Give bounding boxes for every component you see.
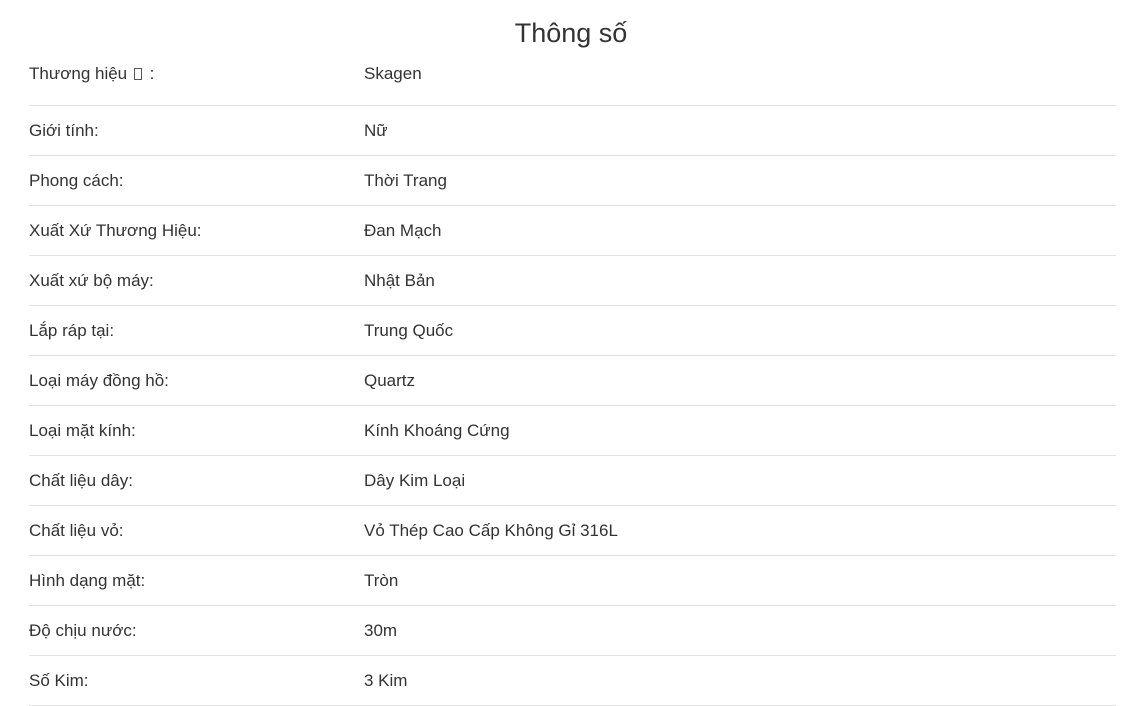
- spec-value-strap: Dây Kim Loại: [364, 470, 466, 490]
- spec-value-case: Vỏ Thép Cao Cấp Không Gỉ 316L: [364, 520, 618, 540]
- spec-label-movement-type: Loại máy đồng hồ:: [29, 370, 169, 390]
- spec-row-strap: Chất liệu dây: Dây Kim Loại: [29, 456, 1116, 506]
- spec-value-glass: Kính Khoáng Cứng: [364, 420, 510, 440]
- spec-row-style: Phong cách: Thời Trang: [29, 156, 1116, 206]
- spec-row-brand-origin: Xuất Xứ Thương Hiệu: Đan Mạch: [29, 206, 1116, 256]
- spec-label-brand-origin: Xuất Xứ Thương Hiệu:: [29, 220, 202, 240]
- spec-value-gender: Nữ: [364, 120, 388, 140]
- spec-value-movement-type: Quartz: [364, 370, 416, 390]
- spec-row-water-resistance: Độ chịu nước: 30m: [29, 606, 1116, 656]
- spec-label-case: Chất liệu vỏ:: [29, 520, 124, 540]
- spec-label-suffix: :: [149, 64, 155, 83]
- spec-value-dial-shape: Tròn: [364, 570, 399, 590]
- info-box-icon: [133, 68, 142, 80]
- spec-label-dial-shape: Hình dạng mặt:: [29, 570, 146, 590]
- specifications-section: Thông số Thương hiệu : Skagen Giới tính:…: [0, 0, 1142, 706]
- spec-row-movement-origin: Xuất xứ bộ máy: Nhật Bản: [29, 256, 1116, 306]
- spec-value-hands: 3 Kim: [364, 670, 408, 690]
- spec-label-movement-origin: Xuất xứ bộ máy:: [29, 270, 154, 290]
- spec-value-brand-origin: Đan Mạch: [364, 220, 442, 240]
- spec-row-movement-type: Loại máy đồng hồ: Quartz: [29, 356, 1116, 406]
- spec-label-water-resistance: Độ chịu nước:: [29, 620, 137, 640]
- specifications-table: Thương hiệu : Skagen Giới tính: Nữ Phong…: [29, 64, 1116, 706]
- spec-row-glass: Loại mặt kính: Kính Khoáng Cứng: [29, 406, 1116, 456]
- spec-value-water-resistance: 30m: [364, 620, 398, 640]
- section-title: Thông số: [514, 17, 628, 48]
- spec-row-brand: Thương hiệu : Skagen: [29, 64, 1116, 106]
- spec-row-dial-shape: Hình dạng mặt: Tròn: [29, 556, 1116, 606]
- spec-value-brand: Skagen: [364, 64, 422, 83]
- spec-label-glass: Loại mặt kính:: [29, 420, 136, 440]
- spec-label-gender: Giới tính:: [29, 120, 99, 140]
- spec-value-style: Thời Trang: [364, 170, 447, 190]
- spec-label-brand: Thương hiệu :: [29, 64, 364, 84]
- spec-row-assembly: Lắp ráp tại: Trung Quốc: [29, 306, 1116, 356]
- spec-label-strap: Chất liệu dây:: [29, 470, 133, 490]
- spec-row-hands: Số Kim: 3 Kim: [29, 656, 1116, 706]
- spec-value-assembly: Trung Quốc: [364, 320, 454, 340]
- spec-value-movement-origin: Nhật Bản: [364, 270, 435, 290]
- spec-row-gender: Giới tính: Nữ: [29, 106, 1116, 156]
- spec-label-text: Thương hiệu: [29, 64, 128, 83]
- spec-label-hands: Số Kim:: [29, 670, 89, 690]
- spec-label-assembly: Lắp ráp tại:: [29, 320, 115, 340]
- spec-row-case: Chất liệu vỏ: Vỏ Thép Cao Cấp Không Gỉ 3…: [29, 506, 1116, 556]
- spec-label-style: Phong cách:: [29, 170, 124, 190]
